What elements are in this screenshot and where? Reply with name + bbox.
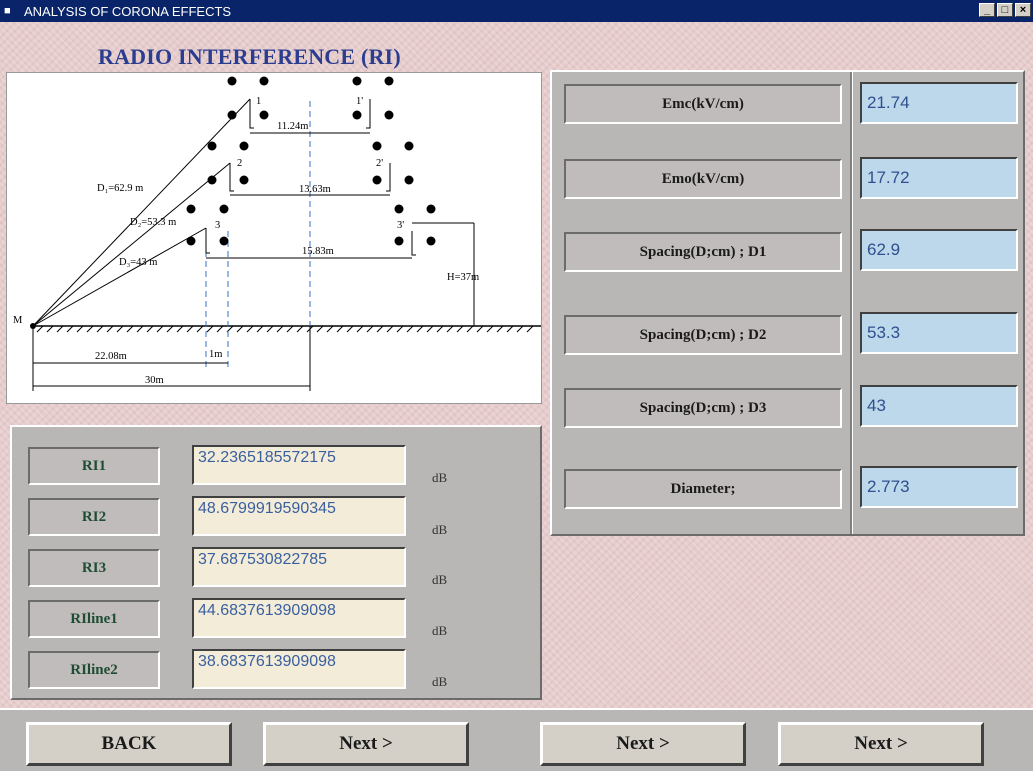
next-button-2[interactable]: Next > <box>540 722 746 766</box>
phase1-bracket <box>249 99 254 129</box>
point-m-marker <box>30 323 36 329</box>
page-heading: RADIO INTERFERENCE (RI) <box>98 44 401 69</box>
spacing-d1-label: Spacing(D;cm) ; D1 <box>564 232 842 272</box>
emc-label: Emc(kV/cm) <box>564 84 842 124</box>
phase3p-bracket <box>411 231 416 256</box>
window-title: ANALYSIS OF CORONA EFFECTS <box>24 3 232 19</box>
riline1-unit: dB <box>432 623 448 638</box>
tower-geometry-diagram: 1 1' 2 2' 3 3' 11.24m 13.63m 15.83m D₁=6… <box>6 72 542 404</box>
dist-3-label: 30m <box>145 375 164 386</box>
d1-line <box>32 98 251 327</box>
riline2-unit: dB <box>432 674 448 689</box>
d3-label: D₃=43 m <box>119 257 157 268</box>
back-button[interactable]: BACK <box>26 722 232 766</box>
ri2-label: RI2 <box>28 498 160 536</box>
panel-divider <box>850 72 853 534</box>
phase3-bracket <box>205 228 210 254</box>
phase-1-label: 1 <box>256 96 261 107</box>
phase-2-label: 2 <box>237 158 242 169</box>
spacing-d1-input[interactable] <box>860 229 1018 271</box>
ri3-unit: dB <box>432 572 448 587</box>
ri3-label: RI3 <box>28 549 160 587</box>
dist-1-label: 22.08m <box>95 351 127 362</box>
window-controls: _ □ × <box>979 3 1031 17</box>
riline2-value[interactable]: 38.6837613909098 <box>192 649 406 689</box>
spacing-d3-label: Spacing(D;cm) ; D3 <box>564 388 842 428</box>
phase-3-label: 3 <box>215 220 220 231</box>
d1-label: D₁=62.9 m <box>97 183 143 194</box>
maximize-button[interactable]: □ <box>997 3 1013 17</box>
spacing-d2-input[interactable] <box>860 312 1018 354</box>
ri1-value[interactable]: 32.2365185572175 <box>192 445 406 485</box>
ri2-unit: dB <box>432 522 448 537</box>
phase-1p-label: 1' <box>356 96 363 107</box>
riline2-label: RIline2 <box>28 651 160 689</box>
dist-2-label: 1m <box>209 349 222 360</box>
ri1-unit: dB <box>432 470 448 485</box>
point-m-label: M <box>13 315 23 326</box>
button-bar: BACK Next > Next > Next > <box>0 708 1033 771</box>
phase-2p-label: 2' <box>376 158 383 169</box>
next-button-3[interactable]: Next > <box>778 722 984 766</box>
spacing-2-label: 13.63m <box>299 184 331 195</box>
ground-hatch <box>36 325 534 333</box>
d2-label: D₂=53.3 m <box>130 217 176 228</box>
emo-input[interactable] <box>860 157 1018 199</box>
phase2p-bracket <box>386 163 391 192</box>
close-button[interactable]: × <box>1015 3 1031 17</box>
diagram-svg: 1 1' 2 2' 3 3' 11.24m 13.63m 15.83m D₁=6… <box>13 76 541 391</box>
phase-3p-label: 3' <box>397 220 404 231</box>
next-button-1[interactable]: Next > <box>263 722 469 766</box>
riline1-label: RIline1 <box>28 600 160 638</box>
spacing-1-label: 11.24m <box>277 121 308 132</box>
spacing-d3-input[interactable] <box>860 385 1018 427</box>
parameters-panel: Emc(kV/cm) Emo(kV/cm) Spacing(D;cm) ; D1… <box>550 70 1025 536</box>
app-icon[interactable]: ■ <box>4 5 18 17</box>
results-panel: RI1 32.2365185572175 dB RI2 48.679991959… <box>10 425 542 700</box>
diameter-label: Diameter; <box>564 469 842 509</box>
riline1-value[interactable]: 44.6837613909098 <box>192 598 406 638</box>
phase1p-bracket <box>366 99 371 129</box>
emo-label: Emo(kV/cm) <box>564 159 842 199</box>
spacing-d2-label: Spacing(D;cm) ; D2 <box>564 315 842 355</box>
title-bar: ■ ANALYSIS OF CORONA EFFECTS _ □ × <box>0 0 1033 22</box>
ri1-label: RI1 <box>28 447 160 485</box>
d3-line <box>32 227 207 327</box>
spacing-3-label: 15.83m <box>302 246 334 257</box>
ri2-value[interactable]: 48.6799919590345 <box>192 496 406 536</box>
diameter-input[interactable] <box>860 466 1018 508</box>
emc-input[interactable] <box>860 82 1018 124</box>
minimize-button[interactable]: _ <box>979 3 995 17</box>
phase2-bracket <box>229 163 234 192</box>
ri3-value[interactable]: 37.687530822785 <box>192 547 406 587</box>
height-label: H=37m <box>447 272 479 283</box>
